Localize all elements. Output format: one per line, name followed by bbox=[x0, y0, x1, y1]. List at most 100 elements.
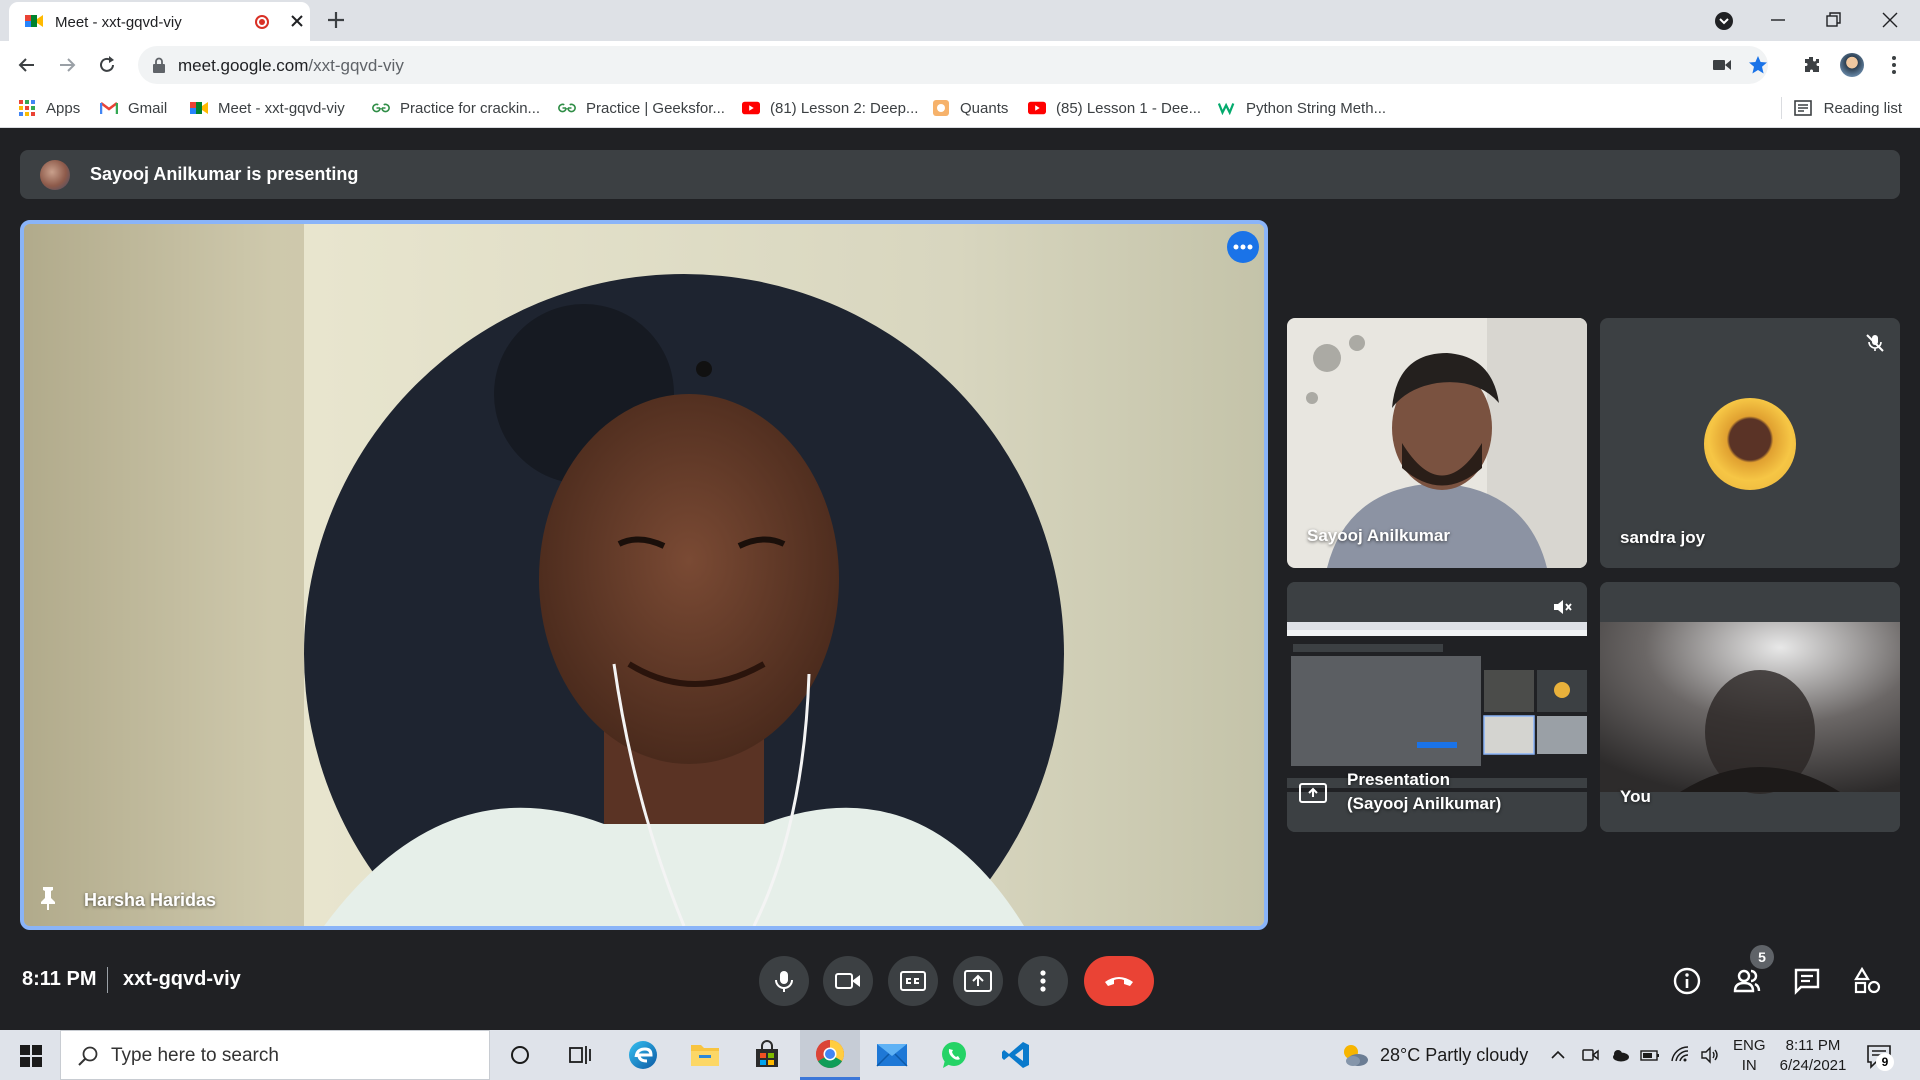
more-options-button[interactable] bbox=[1227, 231, 1259, 263]
edge-icon bbox=[629, 1041, 657, 1069]
show-hidden-icons-icon[interactable] bbox=[1548, 1045, 1568, 1065]
url-path: /xxt-gqvd-viy bbox=[308, 56, 404, 75]
lock-icon[interactable] bbox=[152, 57, 166, 73]
meet-icon bbox=[190, 99, 208, 117]
presentation-owner: (Sayooj Anilkumar) bbox=[1347, 794, 1502, 813]
reading-list-label: Reading list bbox=[1823, 99, 1902, 117]
camera-icon bbox=[835, 973, 860, 989]
bookmark-lesson-2[interactable]: (81) Lesson 2: Deep... bbox=[742, 97, 918, 119]
restore-icon[interactable] bbox=[1822, 8, 1846, 32]
url-text[interactable]: meet.google.com/xxt-gqvd-viy bbox=[178, 56, 404, 76]
language-code: ENG bbox=[1733, 1037, 1766, 1054]
taskbar-search-box[interactable]: Type here to search bbox=[60, 1030, 490, 1080]
meeting-code: xxt-gqvd-viy bbox=[123, 968, 241, 990]
bookmark-practice-cracking[interactable]: Practice for crackin... bbox=[372, 97, 540, 119]
weather-widget[interactable]: 28°C Partly cloudy bbox=[1340, 1042, 1528, 1068]
close-window-icon[interactable] bbox=[1878, 8, 1902, 32]
main-video-tile[interactable]: Harsha Haridas bbox=[20, 220, 1268, 930]
new-tab-icon[interactable] bbox=[326, 10, 346, 30]
search-icon bbox=[78, 1046, 98, 1066]
cortana-icon bbox=[511, 1046, 529, 1064]
chat-icon[interactable] bbox=[1793, 967, 1821, 995]
participant-avatar bbox=[1704, 398, 1796, 490]
onedrive-icon[interactable] bbox=[1610, 1045, 1630, 1065]
self-view-tile[interactable]: You bbox=[1600, 582, 1900, 832]
browser-toolbar: meet.google.com/xxt-gqvd-viy bbox=[0, 41, 1920, 89]
address-bar[interactable]: meet.google.com/xxt-gqvd-viy bbox=[138, 46, 1768, 84]
bookmark-label: Meet - xxt-gqvd-viy bbox=[218, 99, 345, 117]
more-vertical-icon bbox=[1040, 970, 1046, 992]
meet-now-icon[interactable] bbox=[1580, 1045, 1600, 1065]
partly-cloudy-icon bbox=[1344, 1045, 1368, 1066]
bookmark-label: Quants bbox=[960, 99, 1009, 117]
people-icon[interactable] bbox=[1733, 967, 1761, 995]
camera-button[interactable] bbox=[823, 956, 873, 1006]
presenting-text: Sayooj Anilkumar is presenting bbox=[90, 164, 359, 184]
browser-tab-meet[interactable]: Meet - xxt-gqvd-viy bbox=[9, 2, 310, 41]
activities-icon[interactable] bbox=[1853, 967, 1881, 995]
participant-tile-sandra[interactable]: sandra joy bbox=[1600, 318, 1900, 568]
camera-in-use-icon[interactable] bbox=[1712, 57, 1732, 73]
taskbar-app-store[interactable] bbox=[737, 1030, 797, 1080]
youtube-icon bbox=[1028, 99, 1046, 117]
volume-icon[interactable] bbox=[1700, 1045, 1720, 1065]
reload-icon[interactable] bbox=[95, 53, 119, 77]
back-icon[interactable] bbox=[15, 53, 39, 77]
browser-tab-strip: Meet - xxt-gqvd-viy bbox=[0, 0, 1920, 41]
search-placeholder: Type here to search bbox=[111, 1045, 279, 1066]
whatsapp-icon bbox=[942, 1042, 966, 1068]
battery-icon[interactable] bbox=[1640, 1045, 1660, 1065]
present-now-button[interactable] bbox=[953, 956, 1003, 1006]
tab-search-icon[interactable] bbox=[1712, 8, 1736, 32]
bookmark-star-icon[interactable] bbox=[1748, 55, 1768, 75]
minimize-icon[interactable] bbox=[1766, 8, 1790, 32]
participant-video bbox=[24, 224, 1264, 926]
bookmark-apps[interactable]: Apps bbox=[18, 97, 80, 119]
wifi-icon[interactable] bbox=[1670, 1045, 1690, 1065]
bookmark-label: Practice for crackin... bbox=[400, 99, 541, 117]
folder-icon bbox=[691, 1045, 719, 1066]
forward-icon[interactable] bbox=[55, 53, 79, 77]
pin-icon[interactable] bbox=[38, 886, 58, 910]
profile-avatar[interactable] bbox=[1840, 53, 1864, 77]
closed-captions-icon bbox=[900, 971, 926, 991]
taskbar-clock[interactable]: 8:11 PM 6/24/2021 bbox=[1778, 1036, 1848, 1076]
geeksforgeeks-icon bbox=[558, 99, 576, 117]
captions-button[interactable] bbox=[888, 956, 938, 1006]
bookmark-gmail[interactable]: Gmail bbox=[100, 97, 167, 119]
vscode-icon bbox=[1002, 1042, 1029, 1068]
taskbar-app-file-explorer[interactable] bbox=[675, 1030, 735, 1080]
presentation-tile[interactable]: Presentation (Sayooj Anilkumar) bbox=[1287, 582, 1587, 832]
reading-list-button[interactable]: Reading list bbox=[1780, 97, 1902, 119]
close-tab-icon[interactable] bbox=[289, 13, 305, 29]
bookmark-python-string[interactable]: Python String Meth... bbox=[1218, 97, 1386, 119]
more-options-button[interactable] bbox=[1018, 956, 1068, 1006]
input-language[interactable]: ENG IN bbox=[1733, 1036, 1766, 1076]
task-view-button[interactable] bbox=[550, 1030, 610, 1080]
apps-grid-icon bbox=[18, 99, 36, 117]
cortana-button[interactable] bbox=[490, 1030, 550, 1080]
taskbar-app-vscode[interactable] bbox=[986, 1030, 1046, 1080]
bookmark-practice-geeksforgeeks[interactable]: Practice | Geeksfor... bbox=[558, 97, 725, 119]
microphone-button[interactable] bbox=[759, 956, 809, 1006]
tab-title: Meet - xxt-gqvd-viy bbox=[55, 14, 182, 31]
chrome-menu-icon[interactable] bbox=[1882, 53, 1906, 77]
taskbar-app-edge[interactable] bbox=[613, 1030, 673, 1080]
taskbar-app-mail[interactable] bbox=[862, 1030, 922, 1080]
chrome-icon bbox=[816, 1039, 844, 1068]
leave-call-button[interactable] bbox=[1084, 956, 1154, 1006]
youtube-icon bbox=[742, 99, 760, 117]
bookmark-label: (85) Lesson 1 - Dee... bbox=[1056, 99, 1202, 117]
bookmark-meet[interactable]: Meet - xxt-gqvd-viy bbox=[190, 97, 345, 119]
extensions-icon[interactable] bbox=[1800, 53, 1824, 77]
bookmark-label: Apps bbox=[46, 99, 81, 117]
windows-start-icon[interactable] bbox=[20, 1045, 42, 1067]
clock-time: 8:11 PM bbox=[1785, 1037, 1841, 1054]
taskbar-app-whatsapp[interactable] bbox=[924, 1030, 984, 1080]
participant-tile-sayooj[interactable]: Sayooj Anilkumar bbox=[1287, 318, 1587, 568]
meeting-details-icon[interactable] bbox=[1673, 967, 1701, 995]
taskbar-app-chrome[interactable] bbox=[800, 1030, 860, 1080]
bookmark-lesson-1[interactable]: (85) Lesson 1 - Dee... bbox=[1028, 97, 1201, 119]
bookmark-quants[interactable]: Quants bbox=[932, 97, 1008, 119]
bookmark-label: Gmail bbox=[128, 99, 168, 117]
